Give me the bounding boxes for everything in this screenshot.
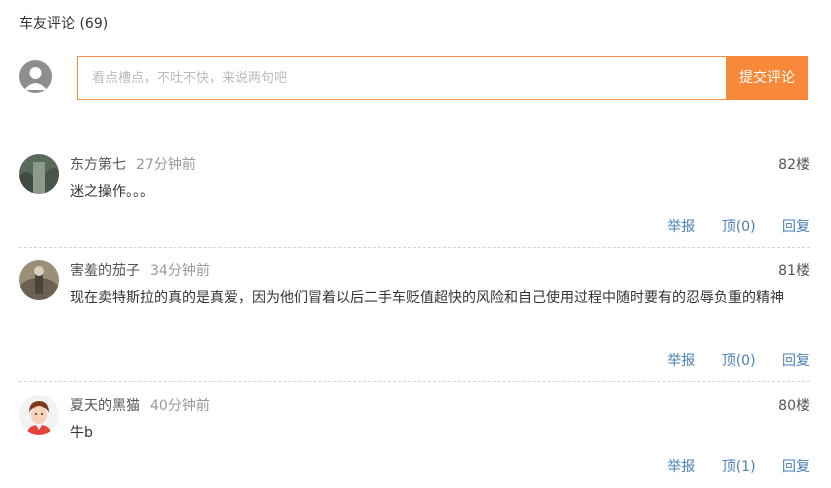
comments-title: 车友评论 (69) bbox=[19, 16, 109, 32]
comment-compose: 提交评论 bbox=[19, 56, 809, 100]
username[interactable]: 害羞的茄子 bbox=[70, 263, 140, 279]
reply-button[interactable]: 回复 bbox=[782, 353, 810, 369]
comment-actions: 举报 顶(0) 回复 bbox=[645, 350, 810, 370]
comment-time: 34分钟前 bbox=[150, 263, 210, 279]
report-button[interactable]: 举报 bbox=[667, 459, 695, 475]
upvote-label: 顶 bbox=[721, 353, 736, 369]
upvote-button[interactable]: 顶(0) bbox=[722, 219, 756, 235]
comment-meta: 害羞的茄子 34分钟前 bbox=[70, 260, 210, 280]
floor-number: 82楼 bbox=[778, 157, 810, 173]
submit-comment-button[interactable]: 提交评论 bbox=[726, 56, 808, 100]
avatar[interactable] bbox=[19, 154, 59, 194]
comment-meta: 东方第七 27分钟前 bbox=[70, 154, 196, 174]
upvote-button[interactable]: 顶(1) bbox=[722, 459, 756, 475]
comment-actions: 举报 顶(1) 回复 bbox=[645, 456, 810, 476]
upvote-count: (0) bbox=[735, 219, 756, 235]
comment-text: 现在卖特斯拉的真的是真爱，因为他们冒着以后二手车贬值超快的风险和自己使用过程中随… bbox=[70, 290, 784, 306]
divider bbox=[19, 381, 810, 382]
comment-text: 迷之操作。。。 bbox=[70, 184, 154, 200]
divider bbox=[19, 247, 810, 248]
report-button[interactable]: 举报 bbox=[667, 219, 695, 235]
reply-button[interactable]: 回复 bbox=[782, 219, 810, 235]
floor-number: 81楼 bbox=[778, 263, 810, 279]
avatar[interactable] bbox=[19, 260, 59, 300]
upvote-label: 顶 bbox=[721, 459, 736, 475]
comment-time: 27分钟前 bbox=[136, 157, 196, 173]
username[interactable]: 东方第七 bbox=[70, 157, 126, 173]
comment-meta: 夏天的黑猫 40分钟前 bbox=[70, 395, 210, 415]
reply-button[interactable]: 回复 bbox=[782, 459, 810, 475]
comment-item: 夏天的黑猫 40分钟前 80楼 牛b 举报 顶(1) 回复 bbox=[19, 395, 810, 480]
comment-item: 东方第七 27分钟前 82楼 迷之操作。。。 举报 顶(0) 回复 bbox=[19, 154, 810, 244]
upvote-count: (0) bbox=[735, 353, 756, 369]
comment-actions: 举报 顶(0) 回复 bbox=[645, 216, 810, 236]
upvote-count: (1) bbox=[735, 459, 756, 475]
comment-input[interactable] bbox=[77, 56, 727, 100]
comment-text: 牛b bbox=[70, 425, 93, 441]
default-avatar-icon bbox=[19, 60, 52, 93]
report-button[interactable]: 举报 bbox=[667, 353, 695, 369]
avatar[interactable] bbox=[19, 395, 59, 435]
floor-number: 80楼 bbox=[778, 398, 810, 414]
username[interactable]: 夏天的黑猫 bbox=[70, 398, 140, 414]
upvote-label: 顶 bbox=[721, 219, 736, 235]
comment-time: 40分钟前 bbox=[150, 398, 210, 414]
comment-item: 害羞的茄子 34分钟前 81楼 现在卖特斯拉的真的是真爱，因为他们冒着以后二手车贬… bbox=[19, 260, 810, 378]
upvote-button[interactable]: 顶(0) bbox=[722, 353, 756, 369]
